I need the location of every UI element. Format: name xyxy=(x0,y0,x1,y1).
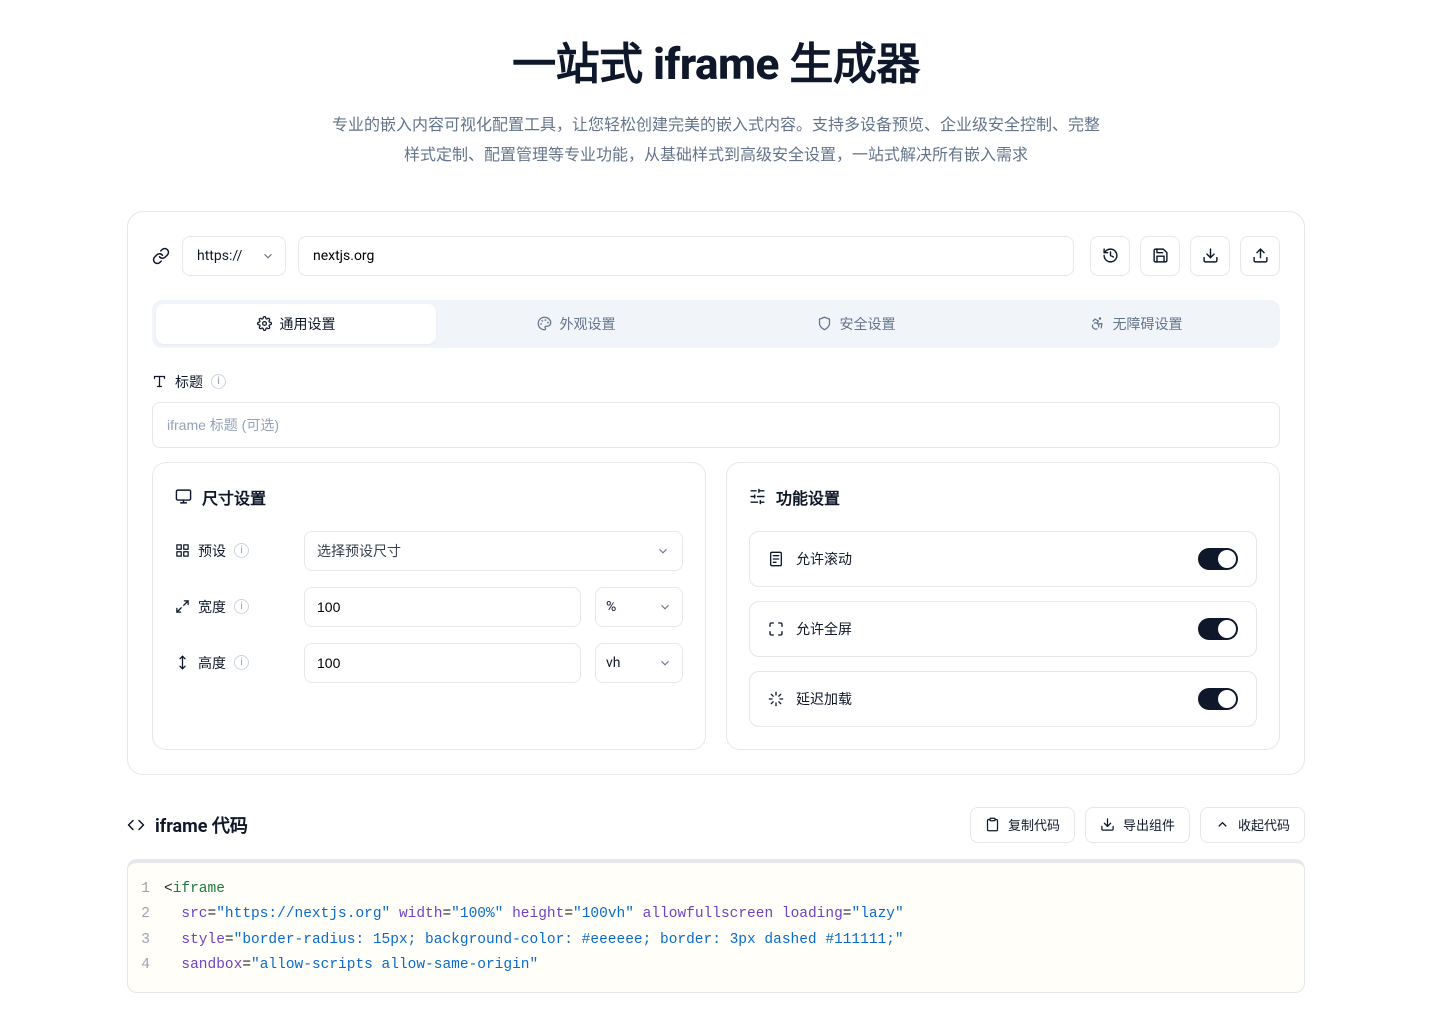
copy-code-label: 复制代码 xyxy=(1008,815,1060,834)
palette-icon xyxy=(537,316,552,331)
code-line: 4 sandbox="allow-scripts allow-same-orig… xyxy=(128,953,1304,978)
preset-placeholder: 选择预设尺寸 xyxy=(317,541,401,561)
download-icon xyxy=(1100,817,1115,832)
sliders-icon xyxy=(749,488,766,505)
info-icon[interactable]: i xyxy=(234,543,249,558)
page-subtitle: 专业的嵌入内容可视化配置工具，让您轻松创建完美的嵌入式内容。支持多设备预览、企业… xyxy=(326,110,1106,171)
clipboard-icon xyxy=(985,817,1000,832)
export-component-button[interactable]: 导出组件 xyxy=(1085,807,1190,843)
size-panel: 尺寸设置 预设 i 选择预设尺寸 宽度 xyxy=(152,462,706,750)
tab-appearance-label: 外观设置 xyxy=(560,314,616,334)
settings-tabs: 通用设置 外观设置 安全设置 无障碍设置 xyxy=(152,300,1280,348)
width-input[interactable] xyxy=(304,587,581,627)
lazy-toggle[interactable] xyxy=(1198,688,1238,710)
lazy-label: 延迟加载 xyxy=(796,689,852,709)
tab-security-label: 安全设置 xyxy=(840,314,896,334)
url-input[interactable] xyxy=(313,248,1059,264)
tab-general-label: 通用设置 xyxy=(280,314,336,334)
chevron-up-icon xyxy=(1215,817,1230,832)
height-unit-value: vh xyxy=(606,655,621,671)
code-line: 3 style="border-radius: 15px; background… xyxy=(128,928,1304,953)
tab-appearance[interactable]: 外观设置 xyxy=(436,304,716,344)
info-icon[interactable]: i xyxy=(234,655,249,670)
export-component-label: 导出组件 xyxy=(1123,815,1175,834)
save-icon xyxy=(1152,247,1169,264)
scroll-toggle[interactable] xyxy=(1198,548,1238,570)
link-icon xyxy=(152,247,170,265)
title-field: 标题 i xyxy=(152,372,1280,448)
preset-select[interactable]: 选择预设尺寸 xyxy=(304,531,683,571)
width-unit-value: % xyxy=(606,599,616,615)
save-button[interactable] xyxy=(1140,236,1180,276)
download-icon xyxy=(1202,247,1219,264)
shield-icon xyxy=(817,316,832,331)
title-label: 标题 xyxy=(175,372,203,392)
export-button[interactable] xyxy=(1240,236,1280,276)
size-panel-title: 尺寸设置 xyxy=(202,485,266,509)
url-input-wrapper xyxy=(298,236,1074,276)
width-unit-select[interactable]: % xyxy=(595,587,683,627)
protocol-select[interactable]: https:// xyxy=(182,236,286,276)
width-label: 宽度 xyxy=(198,597,226,617)
feature-panel: 功能设置 允许滚动 允许全屏 xyxy=(726,462,1280,750)
collapse-code-button[interactable]: 收起代码 xyxy=(1200,807,1305,843)
gear-icon xyxy=(257,316,272,331)
code-line: 2 src="https://nextjs.org" width="100%" … xyxy=(128,902,1304,927)
tab-accessibility[interactable]: 无障碍设置 xyxy=(996,304,1276,344)
code-section: iframe 代码 复制代码 导出组件 收起代码 1<iframe 2 sr xyxy=(127,807,1305,994)
page-title: 一站式 iframe 生成器 xyxy=(127,28,1305,92)
chevron-down-icon xyxy=(658,656,672,670)
code-output: 1<iframe 2 src="https://nextjs.org" widt… xyxy=(127,859,1305,994)
fullscreen-toggle-row: 允许全屏 xyxy=(749,601,1257,657)
fullscreen-toggle[interactable] xyxy=(1198,618,1238,640)
info-icon[interactable]: i xyxy=(211,374,226,389)
accessibility-icon xyxy=(1090,316,1105,331)
height-label: 高度 xyxy=(198,653,226,673)
lazy-toggle-row: 延迟加载 xyxy=(749,671,1257,727)
scroll-icon xyxy=(768,551,784,567)
code-icon xyxy=(127,816,145,834)
loader-icon xyxy=(768,691,784,707)
width-icon xyxy=(175,599,190,614)
config-card: https:// xyxy=(127,211,1305,775)
code-section-title: iframe 代码 xyxy=(155,812,248,838)
chevron-down-icon xyxy=(658,600,672,614)
protocol-value: https:// xyxy=(197,248,242,264)
height-unit-select[interactable]: vh xyxy=(595,643,683,683)
chevron-down-icon xyxy=(656,544,670,558)
tab-general[interactable]: 通用设置 xyxy=(156,304,436,344)
fullscreen-label: 允许全屏 xyxy=(796,619,852,639)
grid-icon xyxy=(175,543,190,558)
upload-icon xyxy=(1252,247,1269,264)
info-icon[interactable]: i xyxy=(234,599,249,614)
tab-accessibility-label: 无障碍设置 xyxy=(1113,314,1183,334)
history-icon xyxy=(1102,247,1119,264)
height-input[interactable] xyxy=(304,643,581,683)
scroll-toggle-row: 允许滚动 xyxy=(749,531,1257,587)
preset-label: 预设 xyxy=(198,541,226,561)
chevron-down-icon xyxy=(261,249,275,263)
code-line: 1<iframe xyxy=(128,877,1304,902)
history-button[interactable] xyxy=(1090,236,1130,276)
height-icon xyxy=(175,655,190,670)
fullscreen-icon xyxy=(768,621,784,637)
copy-code-button[interactable]: 复制代码 xyxy=(970,807,1075,843)
tab-security[interactable]: 安全设置 xyxy=(716,304,996,344)
scroll-label: 允许滚动 xyxy=(796,549,852,569)
monitor-icon xyxy=(175,488,192,505)
collapse-code-label: 收起代码 xyxy=(1238,815,1290,834)
import-button[interactable] xyxy=(1190,236,1230,276)
feature-panel-title: 功能设置 xyxy=(776,485,840,509)
type-icon xyxy=(152,374,167,389)
title-input[interactable] xyxy=(152,402,1280,448)
